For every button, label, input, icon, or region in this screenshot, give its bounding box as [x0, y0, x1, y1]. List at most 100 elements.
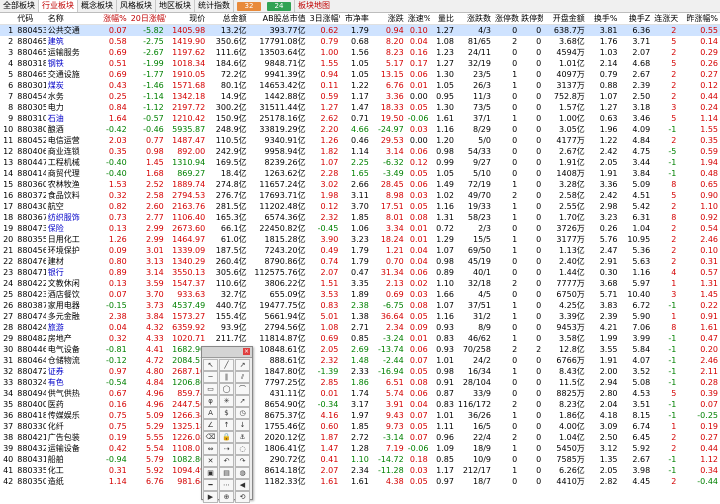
color-icon[interactable]: ◍: [235, 467, 250, 479]
table-row[interactable]: 27 880474 多元金融 2.38 3.84 1573.27 155.4亿 5661.94…: [0, 311, 720, 322]
table-row[interactable]: 15 880360 农林牧渔 1.53 2.52 1889.74 274.8亿 11657.2…: [0, 179, 720, 190]
table-row[interactable]: 30 880446 电气设备 -0.81 4.41 1682.90 10848.61亿 2.0…: [0, 344, 720, 355]
table-row[interactable]: 11 880452 电信运营 2.03 0.77 1487.47 110.5亿 9340.91…: [0, 135, 720, 146]
parallel-icon[interactable]: ∥: [219, 371, 234, 383]
column-header[interactable]: 量比: [429, 13, 456, 25]
ellipse-icon[interactable]: ◯: [219, 383, 234, 395]
column-header[interactable]: 总金额: [207, 13, 249, 25]
column-header[interactable]: 代码: [15, 13, 46, 25]
table-row[interactable]: 5 880465 交通设施 0.69 -1.77 1910.05 72.2亿 9941.39亿…: [0, 69, 720, 80]
table-row[interactable]: 2 880465 建筑 0.58 -2.75 1419.90 350.6亿 17791.08亿…: [0, 36, 720, 47]
up-arrow-icon[interactable]: ↑: [219, 419, 234, 431]
table-row[interactable]: 23 880471 银行 0.89 3.14 3550.13 305.6亿 112575.76…: [0, 267, 720, 278]
angle-icon[interactable]: ∠: [203, 419, 218, 431]
tab-3[interactable]: 风格板块: [117, 0, 156, 12]
fib-icon[interactable]: φ: [203, 395, 218, 407]
table-row[interactable]: 34 880494 供气供热 0.67 4.96 859.74 431.11亿 0.01 1.7…: [0, 388, 720, 399]
table-row[interactable]: 9 880310 石油 1.64 -0.57 1210.42 150.9亿 25178.16亿…: [0, 113, 720, 124]
column-header[interactable]: 现价: [165, 13, 208, 25]
reset-icon[interactable]: ⟲: [235, 491, 250, 503]
tab-5[interactable]: 统计指数: [195, 0, 234, 12]
table-row[interactable]: 25 880423 酒店餐饮 0.07 3.70 933.63 32.7亿 655.09亿 3.…: [0, 289, 720, 300]
down-arrow-icon[interactable]: ↓: [235, 419, 250, 431]
extend-icon[interactable]: ⇢: [219, 443, 234, 455]
rect-icon[interactable]: ▭: [203, 383, 218, 395]
tab-sector-map[interactable]: 板块地图: [295, 0, 333, 12]
table-row[interactable]: 10 880380 酿酒 -0.42 -0.46 5935.87 248.9亿 33819.2…: [0, 124, 720, 135]
table-row[interactable]: 24 880422 文教休闲 0.13 3.59 1547.37 110.6亿 3806.22…: [0, 278, 720, 289]
cursor-icon[interactable]: ↖: [203, 359, 218, 371]
table-row[interactable]: 8 880305 电力 0.84 -1.12 2197.72 300.2亿 31511.44亿…: [0, 102, 720, 113]
column-header[interactable]: [0, 13, 16, 25]
table-row[interactable]: 26 880387 家用电器 -0.15 3.73 4537.49 440.7亿 19477.…: [0, 300, 720, 311]
column-header[interactable]: 涨速%: [405, 13, 430, 25]
column-header[interactable]: 开盘金额: [543, 13, 587, 25]
next-icon[interactable]: ▶: [203, 491, 218, 503]
table-row[interactable]: 37 880330 化纤 0.75 5.29 1325.18 1755.46亿 0.60 1.8…: [0, 421, 720, 432]
tab-4[interactable]: 地区板块: [156, 0, 195, 12]
table-row[interactable]: 13 880447 工程机械 -0.40 1.45 1310.94 169.5亿 8239.2…: [0, 157, 720, 168]
undo-icon[interactable]: ↶: [219, 455, 234, 467]
column-header[interactable]: 涨跌数: [455, 13, 493, 25]
prev-icon[interactable]: ◀: [235, 479, 250, 491]
ray-icon[interactable]: ↗: [235, 359, 250, 371]
table-row[interactable]: 20 880355 日用化工 1.26 2.99 1464.97 61.0亿 1815.28亿…: [0, 234, 720, 245]
lock-icon[interactable]: 🔒: [219, 431, 234, 443]
column-header[interactable]: 连涨天: [652, 13, 679, 25]
hide-icon[interactable]: ◌: [235, 443, 250, 455]
width-icon[interactable]: ━: [203, 479, 218, 491]
table-row[interactable]: 39 880432 运输设备 0.42 5.54 1108.01 1806.41亿 1.47 1…: [0, 443, 720, 454]
more-icon[interactable]: ⋯: [219, 479, 234, 491]
table-row[interactable]: 38 880421 广告包装 0.19 5.55 1226.08 2020.12亿 1.87 2…: [0, 432, 720, 443]
table-row[interactable]: 36 880418 传媒娱乐 0.75 5.09 1266.34 8675.37亿 4.16 1…: [0, 410, 720, 421]
table-row[interactable]: 16 880372 食品饮料 0.32 2.58 2794.53 276.7亿 17693.7…: [0, 190, 720, 201]
drawing-tools-palette[interactable]: × ↖ ╱ ↗ ─ ∥ ⫽ ▭ ◯ ⌒ φ ✳ ➚ A $ ◷ ∠ ↑ ↓ ⌫ 🔒 ⚓ ⇔ ⇢ ◌ ✕ ↶ ↷ ▣ ▤ ◍ ━ ⋯ ◀ ▶ ⊕ ⟲: [201, 346, 253, 503]
table-row[interactable]: 19 880473 保险 0.13 2.99 2673.60 66.1亿 22450.82亿 -…: [0, 223, 720, 234]
table-row[interactable]: 42 880350 造纸 1.14 6.76 981.64 1182.33亿 1.61 1.61…: [0, 476, 720, 487]
cycle-icon[interactable]: ◷: [235, 407, 250, 419]
column-header[interactable]: 名称: [45, 13, 90, 25]
column-header[interactable]: 20日涨幅%: [128, 13, 166, 25]
load-icon[interactable]: ▤: [219, 467, 234, 479]
anchor-icon[interactable]: ⚓: [235, 431, 250, 443]
table-row[interactable]: 3 880465 运输服务 0.69 -2.67 1197.62 111.6亿 13503.6…: [0, 47, 720, 58]
eraser-icon[interactable]: ⌫: [203, 431, 218, 443]
column-header[interactable]: AB股总市值: [248, 13, 308, 25]
segment-icon[interactable]: ─: [203, 371, 218, 383]
table-row[interactable]: 32 880472 证券 0.97 4.80 2687.10 1847.80亿 -1.39 2.…: [0, 366, 720, 377]
table-row[interactable]: 33 880324 有色 -0.54 4.84 1206.80 7797.25亿 2.85 1.…: [0, 377, 720, 388]
table-row[interactable]: 17 880430 航空 0.82 2.60 2163.76 281.5亿 11202.48亿…: [0, 201, 720, 212]
arc-icon[interactable]: ⌒: [235, 383, 250, 395]
column-header[interactable]: 涨幅%: [89, 13, 129, 25]
column-header[interactable]: 市净率: [340, 13, 371, 25]
price-icon[interactable]: $: [219, 407, 234, 419]
table-row[interactable]: 29 880482 房地产 0.32 4.33 1020.71 211.7亿 11814.87…: [0, 333, 720, 344]
close-icon[interactable]: ×: [243, 348, 250, 355]
table-row[interactable]: 7 880454 水务 0.25 -1.14 1342.18 14.9亿 1442.88亿 0.…: [0, 91, 720, 102]
save-icon[interactable]: ▣: [203, 467, 218, 479]
table-row[interactable]: 35 880400 医药 0.16 4.96 2447.50 8654.90亿 -0.34 3.…: [0, 399, 720, 410]
table-row[interactable]: 21 880456 环境保护 0.09 3.01 1339.09 187.5亿 7243.20…: [0, 245, 720, 256]
column-header[interactable]: 3日涨幅%: [307, 13, 341, 25]
text-icon[interactable]: A: [203, 407, 218, 419]
table-row[interactable]: 12 880406 商业连锁 0.35 0.98 892.00 242.9亿 9958.94亿…: [0, 146, 720, 157]
table-row[interactable]: 40 880431 船舶 -0.94 5.79 1082.80 290.72亿 0.41 1.1…: [0, 454, 720, 465]
arrow-icon[interactable]: ➚: [235, 395, 250, 407]
table-row[interactable]: 1 880453 公共交通 0.07 -5.82 1405.98 13.2亿 393.77亿 0…: [0, 24, 720, 36]
palette-titlebar[interactable]: ×: [202, 347, 252, 358]
tab-1[interactable]: 行业板块: [39, 0, 78, 12]
table-row[interactable]: 18 880367 纺织服饰 0.73 2.77 1106.40 165.3亿 6574.36…: [0, 212, 720, 223]
column-header[interactable]: 涨停数: [492, 13, 520, 25]
zoom-icon[interactable]: ⊕: [219, 491, 234, 503]
channel-icon[interactable]: ⫽: [235, 371, 250, 383]
tab-2[interactable]: 概念板块: [78, 0, 117, 12]
table-row[interactable]: 31 880464 仓储物流 -0.12 4.72 2084.57 888.61亿 2.32 1…: [0, 355, 720, 366]
redo-icon[interactable]: ↷: [235, 455, 250, 467]
table-row[interactable]: 41 880335 化工 0.31 5.92 1094.49 8614.18亿 2.07 2.3…: [0, 465, 720, 476]
table-row[interactable]: 28 880424 旅游 0.04 4.32 6359.92 93.9亿 2794.56亿 1.…: [0, 322, 720, 333]
column-header[interactable]: 换手%: [586, 13, 620, 25]
measure-icon[interactable]: ⇔: [203, 443, 218, 455]
table-row[interactable]: 22 880476 建材 0.80 3.13 1340.29 260.4亿 8790.86亿 0…: [0, 256, 720, 267]
gann-icon[interactable]: ✳: [219, 395, 234, 407]
table-row[interactable]: 4 880318 钢铁 0.51 -1.99 1018.34 184.6亿 9848.71亿 1…: [0, 58, 720, 69]
